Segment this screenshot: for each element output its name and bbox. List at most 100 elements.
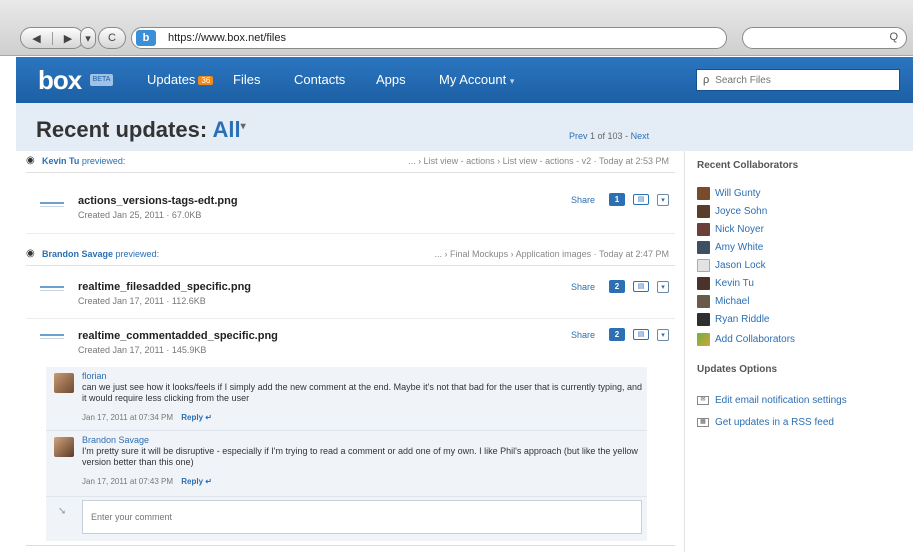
email-settings-link[interactable]: ✉ Edit email notification settings xyxy=(697,395,847,406)
comment-author[interactable]: Brandon Savage xyxy=(82,435,149,445)
search-icon[interactable]: Q xyxy=(889,31,898,43)
search-files-input[interactable] xyxy=(715,74,886,86)
add-collaborators-label: Add Collaborators xyxy=(715,334,796,345)
file-row[interactable]: actions_versions-tags-edt.png Created Ja… xyxy=(26,184,675,234)
activity-path[interactable]: ... › List view - actions › List view - … xyxy=(408,156,669,166)
collaborator-link[interactable]: Nick Noyer xyxy=(697,223,764,236)
chevron-down-icon: ▾ xyxy=(85,32,91,45)
comment-text: can we just see how it looks/feels if I … xyxy=(82,382,643,403)
collaborator-name: Amy White xyxy=(715,242,764,253)
activity-header: ◉ Kevin Tu previewed: ... › List view - … xyxy=(26,151,675,173)
comment-input[interactable] xyxy=(82,500,642,534)
comment-thread: florian can we just see how it looks/fee… xyxy=(46,367,647,541)
preview-icon[interactable]: ▤ xyxy=(633,329,649,340)
collaborator-name: Will Gunty xyxy=(715,188,761,199)
rss-feed-label: Get updates in a RSS feed xyxy=(715,417,834,428)
page-title-text: Recent updates: xyxy=(36,117,208,142)
back-forward-buttons[interactable]: ◀ ▶ xyxy=(20,27,84,49)
collaborator-name: Nick Noyer xyxy=(715,224,764,235)
collaborator-link[interactable]: Amy White xyxy=(697,241,763,254)
comment-meta: Jan 17, 2011 at 07:43 PM Reply ↵ xyxy=(82,477,212,486)
next-page-link[interactable]: Next xyxy=(631,131,650,141)
sidebar-divider xyxy=(684,151,685,552)
nav-my-account[interactable]: My Account ▾ xyxy=(439,72,514,87)
preview-icon[interactable]: ▤ xyxy=(633,194,649,205)
chevron-down-icon[interactable]: ▾ xyxy=(657,280,669,293)
comment-count-icon[interactable]: 2 xyxy=(609,280,625,293)
file-name[interactable]: realtime_commentadded_specific.png xyxy=(78,330,278,342)
nav-files[interactable]: Files xyxy=(233,72,260,87)
page-range: 1 of 103 xyxy=(590,131,623,141)
collaborator-link[interactable]: Jason Lock xyxy=(697,259,766,272)
box-logo[interactable]: box xyxy=(38,65,82,96)
activity-user-link[interactable]: Brandon Savage xyxy=(42,249,113,259)
share-link[interactable]: Share xyxy=(571,330,595,340)
avatar xyxy=(697,259,710,272)
comment: Brandon Savage I'm pretty sure it will b… xyxy=(46,431,647,497)
comment-meta: Jan 17, 2011 at 07:34 PM Reply ↵ xyxy=(82,413,212,422)
search-icon: ρ xyxy=(703,74,710,86)
activity-user-link[interactable]: Kevin Tu xyxy=(42,156,79,166)
avatar[interactable] xyxy=(54,373,74,393)
preview-icon[interactable]: ▤ xyxy=(633,281,649,292)
nav-apps[interactable]: Apps xyxy=(376,72,406,87)
collaborator-link[interactable]: Joyce Sohn xyxy=(697,205,767,218)
filter-dropdown[interactable]: All▾ xyxy=(212,117,245,142)
file-meta: Created Jan 17, 2011 · 145.9KB xyxy=(78,345,207,355)
reload-button[interactable]: C xyxy=(98,27,126,49)
reply-link[interactable]: Reply ↵ xyxy=(181,477,212,486)
comment-count-icon[interactable]: 2 xyxy=(609,328,625,341)
file-actions: Share 2 ▤ ▾ xyxy=(571,328,669,341)
new-comment-area: ➘ xyxy=(46,498,647,541)
chevron-down-icon[interactable]: ▾ xyxy=(657,193,669,206)
reload-icon: C xyxy=(108,32,116,44)
activity-summary: Brandon Savage previewed: xyxy=(42,249,159,259)
collaborator-link[interactable]: Ryan Riddle xyxy=(697,313,769,326)
file-thumbnail-icon xyxy=(40,334,64,339)
add-collaborators-link[interactable]: Add Collaborators xyxy=(697,333,795,346)
file-row[interactable]: realtime_filesadded_specific.png Created… xyxy=(26,272,675,319)
address-bar[interactable]: b https://www.box.net/files xyxy=(131,27,727,49)
file-row[interactable]: realtime_commentadded_specific.png Creat… xyxy=(26,319,675,367)
search-files-box: ρ xyxy=(696,69,900,91)
comment-author[interactable]: florian xyxy=(82,371,107,381)
share-link[interactable]: Share xyxy=(571,282,595,292)
rss-icon: ▦ xyxy=(697,418,709,427)
activity-action: previewed: xyxy=(115,249,160,259)
avatar[interactable] xyxy=(54,437,74,457)
collaborator-link[interactable]: Michael xyxy=(697,295,749,308)
rss-feed-link[interactable]: ▦ Get updates in a RSS feed xyxy=(697,417,834,428)
activity-summary: Kevin Tu previewed: xyxy=(42,156,125,166)
share-link[interactable]: Share xyxy=(571,195,595,205)
prev-page-link[interactable]: Prev xyxy=(569,131,588,141)
url-text[interactable]: https://www.box.net/files xyxy=(168,32,286,44)
browser-search-field[interactable]: Q xyxy=(742,27,907,49)
collaborator-name: Michael xyxy=(715,296,750,307)
avatar xyxy=(697,223,710,236)
comment-text: I'm pretty sure it will be disruptive - … xyxy=(82,446,638,467)
reply-link[interactable]: Reply ↵ xyxy=(181,413,212,422)
chevron-down-icon: ▾ xyxy=(240,121,246,132)
history-dropdown-button[interactable]: ▾ xyxy=(80,27,96,49)
forward-icon[interactable]: ▶ xyxy=(52,31,83,45)
file-name[interactable]: actions_versions-tags-edt.png xyxy=(78,195,238,207)
nav-contacts[interactable]: Contacts xyxy=(294,72,345,87)
activity-header: ◉ Brandon Savage previewed: ... › Final … xyxy=(26,244,675,266)
avatar xyxy=(697,205,710,218)
file-meta: Created Jan 17, 2011 · 112.6KB xyxy=(78,296,206,306)
comment-count-icon[interactable]: 1 xyxy=(609,193,625,206)
activity-path[interactable]: ... › Final Mockups › Application images… xyxy=(435,249,669,259)
file-actions: Share 1 ▤ ▾ xyxy=(571,193,669,206)
browser-toolbar: ◀ ▶ ▾ C b https://www.box.net/files Q xyxy=(0,0,913,56)
file-name[interactable]: realtime_filesadded_specific.png xyxy=(78,281,251,293)
file-thumbnail-icon xyxy=(40,202,64,207)
arrow-icon: ➘ xyxy=(58,506,67,517)
mail-icon: ✉ xyxy=(697,396,709,405)
collaborator-link[interactable]: Will Gunty xyxy=(697,187,761,200)
feed-divider xyxy=(26,545,675,546)
comment: florian can we just see how it looks/fee… xyxy=(46,367,647,431)
back-icon[interactable]: ◀ xyxy=(21,32,52,45)
nav-updates[interactable]: Updates 36 xyxy=(147,72,214,87)
chevron-down-icon[interactable]: ▾ xyxy=(657,328,669,341)
collaborator-link[interactable]: Kevin Tu xyxy=(697,277,754,290)
